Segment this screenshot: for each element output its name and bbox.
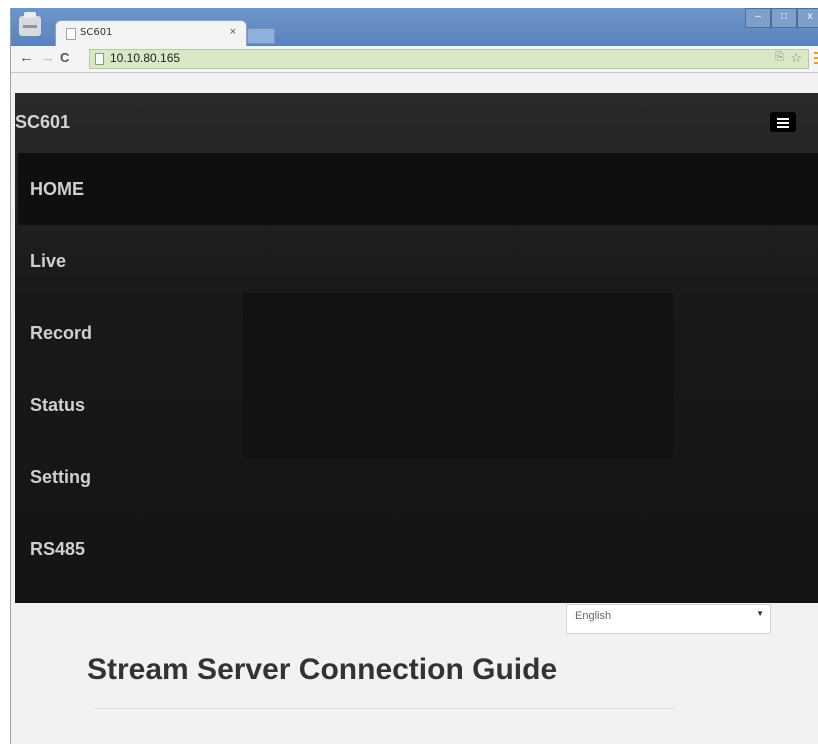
back-button[interactable]: ← — [19, 49, 34, 67]
nav-item-home[interactable]: HOME — [18, 153, 818, 225]
close-tab-icon[interactable]: × — [230, 26, 236, 38]
tab-title: SC601 — [80, 27, 113, 38]
printer-icon — [19, 12, 41, 36]
page-icon — [66, 28, 76, 40]
tab-bar: SC601 × – □ x — [11, 8, 818, 47]
address-bar[interactable]: 10.10.80.165 ⎘ ☆ — [89, 49, 809, 69]
maximize-icon: □ — [780, 11, 788, 22]
browser-window: SC601 × – □ x ← → C 10.10.80.165 ⎘ ☆ SC6… — [10, 8, 818, 744]
language-select[interactable]: English ▼ — [566, 604, 771, 634]
nav-item-rs485[interactable]: RS485 — [15, 513, 818, 585]
star-icon[interactable]: ☆ — [790, 50, 802, 66]
translate-icon[interactable]: ⎘ — [775, 51, 784, 64]
brand-title[interactable]: SC601 — [15, 112, 70, 133]
dark-overlay-box — [243, 293, 673, 459]
nav-item-live[interactable]: Live — [15, 225, 818, 297]
page-icon — [95, 53, 104, 65]
browser-tab[interactable]: SC601 × — [55, 20, 247, 47]
hamburger-icon[interactable] — [770, 112, 796, 132]
close-icon: x — [807, 11, 813, 22]
language-value: English — [575, 610, 612, 622]
heading-divider — [95, 708, 675, 709]
new-tab-button[interactable] — [247, 28, 275, 44]
url-text[interactable]: 10.10.80.165 — [110, 51, 180, 65]
minimize-button[interactable]: – — [745, 8, 771, 28]
minimize-icon: – — [755, 11, 761, 22]
forward-button[interactable]: → — [40, 49, 55, 67]
nav-panel: SC601 HOME Live Record Status Setting RS… — [15, 93, 818, 603]
reload-button[interactable]: C — [60, 49, 69, 67]
page-title: Stream Server Connection Guide — [87, 653, 558, 686]
browser-toolbar: ← → C 10.10.80.165 ⎘ ☆ — [11, 46, 818, 73]
maximize-button[interactable]: □ — [771, 8, 797, 28]
dropdown-arrow-icon: ▼ — [756, 609, 764, 618]
close-window-button[interactable]: x — [797, 8, 818, 28]
menu-icon[interactable] — [814, 49, 818, 65]
